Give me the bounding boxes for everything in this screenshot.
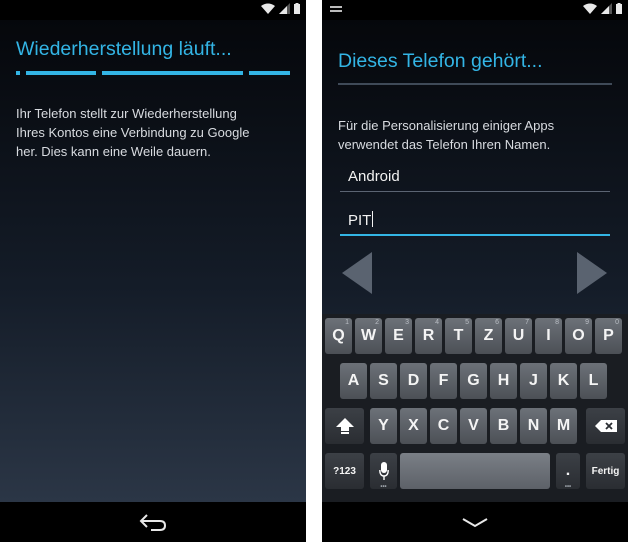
next-arrow-icon[interactable] xyxy=(577,252,607,294)
shift-icon xyxy=(335,418,354,434)
key-v[interactable]: V xyxy=(460,408,487,444)
description-text: Für die Personalisierung einiger Apps ve… xyxy=(338,118,555,152)
first-name-value: Android xyxy=(348,168,400,185)
key-a[interactable]: A xyxy=(340,363,367,399)
back-icon[interactable] xyxy=(138,512,168,532)
key-t[interactable]: T5 xyxy=(445,318,472,354)
progress-segment xyxy=(102,71,243,75)
first-name-field[interactable]: Android xyxy=(340,166,610,192)
key-p[interactable]: P0 xyxy=(595,318,622,354)
owner-name-screen: Dieses Telefon gehört... Für die Persona… xyxy=(322,0,628,542)
hide-keyboard-icon[interactable] xyxy=(462,518,488,528)
restore-screen: Wiederherstellung läuft... Ihr Telefon s… xyxy=(0,0,306,542)
key-z[interactable]: Z6 xyxy=(475,318,502,354)
status-bar xyxy=(0,0,306,20)
voice-input-key[interactable]: ••• xyxy=(370,453,397,490)
key-g[interactable]: G xyxy=(460,363,487,399)
backspace-icon xyxy=(594,420,617,432)
key-u[interactable]: U7 xyxy=(505,318,532,354)
key-l[interactable]: L xyxy=(580,363,607,399)
signal-icon xyxy=(601,3,612,14)
key-m[interactable]: M xyxy=(550,408,577,444)
period-key[interactable]: . ••• xyxy=(556,453,580,490)
key-i[interactable]: I8 xyxy=(535,318,562,354)
keyboard-row-1: Q1 W2 E3 R4 T5 Z6 U7 I8 O9 P0 xyxy=(322,318,628,354)
keyboard-row-3: Y X C V B N M xyxy=(322,408,628,444)
page-title: Wiederherstellung läuft... xyxy=(16,38,232,60)
shift-key[interactable] xyxy=(325,408,364,444)
keyboard-row-4: ?123 ••• . ••• Fertig xyxy=(322,453,628,490)
previous-arrow-icon[interactable] xyxy=(342,252,372,294)
progress-segment xyxy=(16,71,20,75)
key-x[interactable]: X xyxy=(400,408,427,444)
key-d[interactable]: D xyxy=(400,363,427,399)
progress-indicator xyxy=(16,71,290,75)
battery-icon xyxy=(294,3,300,14)
keyboard-row-2: A S D F G H J K L xyxy=(322,363,628,399)
progress-segment xyxy=(248,71,290,75)
last-name-value: PIT xyxy=(348,212,372,229)
key-s[interactable]: S xyxy=(370,363,397,399)
status-bar xyxy=(322,0,628,20)
text-cursor xyxy=(372,211,374,227)
key-c[interactable]: C xyxy=(430,408,457,444)
status-icons xyxy=(261,3,300,14)
space-key[interactable] xyxy=(400,453,550,489)
key-f[interactable]: F xyxy=(430,363,457,399)
notification-icon xyxy=(330,6,342,12)
last-name-field[interactable]: PIT xyxy=(340,210,610,236)
owner-content: Dieses Telefon gehört... Für die Persona… xyxy=(322,20,628,502)
key-k[interactable]: K xyxy=(550,363,577,399)
navigation-bar xyxy=(322,502,628,542)
more-dots: ••• xyxy=(564,484,572,490)
restore-content: Wiederherstellung läuft... Ihr Telefon s… xyxy=(0,20,306,502)
key-n[interactable]: N xyxy=(520,408,547,444)
wifi-icon xyxy=(583,3,597,14)
key-h[interactable]: H xyxy=(490,363,517,399)
microphone-icon xyxy=(378,462,389,480)
key-r[interactable]: R4 xyxy=(415,318,442,354)
page-title: Dieses Telefon gehört... xyxy=(338,50,543,72)
key-w[interactable]: W2 xyxy=(355,318,382,354)
signal-icon xyxy=(279,3,290,14)
key-o[interactable]: O9 xyxy=(565,318,592,354)
navigation-bar xyxy=(0,502,306,542)
description-text: Ihr Telefon stellt zur Wiederherstellung… xyxy=(16,106,250,159)
symbols-key[interactable]: ?123 xyxy=(325,453,364,489)
key-q[interactable]: Q1 xyxy=(325,318,352,354)
key-b[interactable]: B xyxy=(490,408,517,444)
soft-keyboard: Q1 W2 E3 R4 T5 Z6 U7 I8 O9 P0 A S D F G … xyxy=(322,314,628,502)
title-divider xyxy=(338,83,612,85)
progress-segment xyxy=(25,71,97,75)
more-dots: ••• xyxy=(380,484,387,490)
key-y[interactable]: Y xyxy=(370,408,397,444)
key-e[interactable]: E3 xyxy=(385,318,412,354)
wifi-icon xyxy=(261,3,275,14)
battery-icon xyxy=(616,3,622,14)
done-key[interactable]: Fertig xyxy=(586,453,625,489)
key-j[interactable]: J xyxy=(520,363,547,399)
delete-key[interactable] xyxy=(586,408,625,444)
status-icons xyxy=(583,3,622,14)
